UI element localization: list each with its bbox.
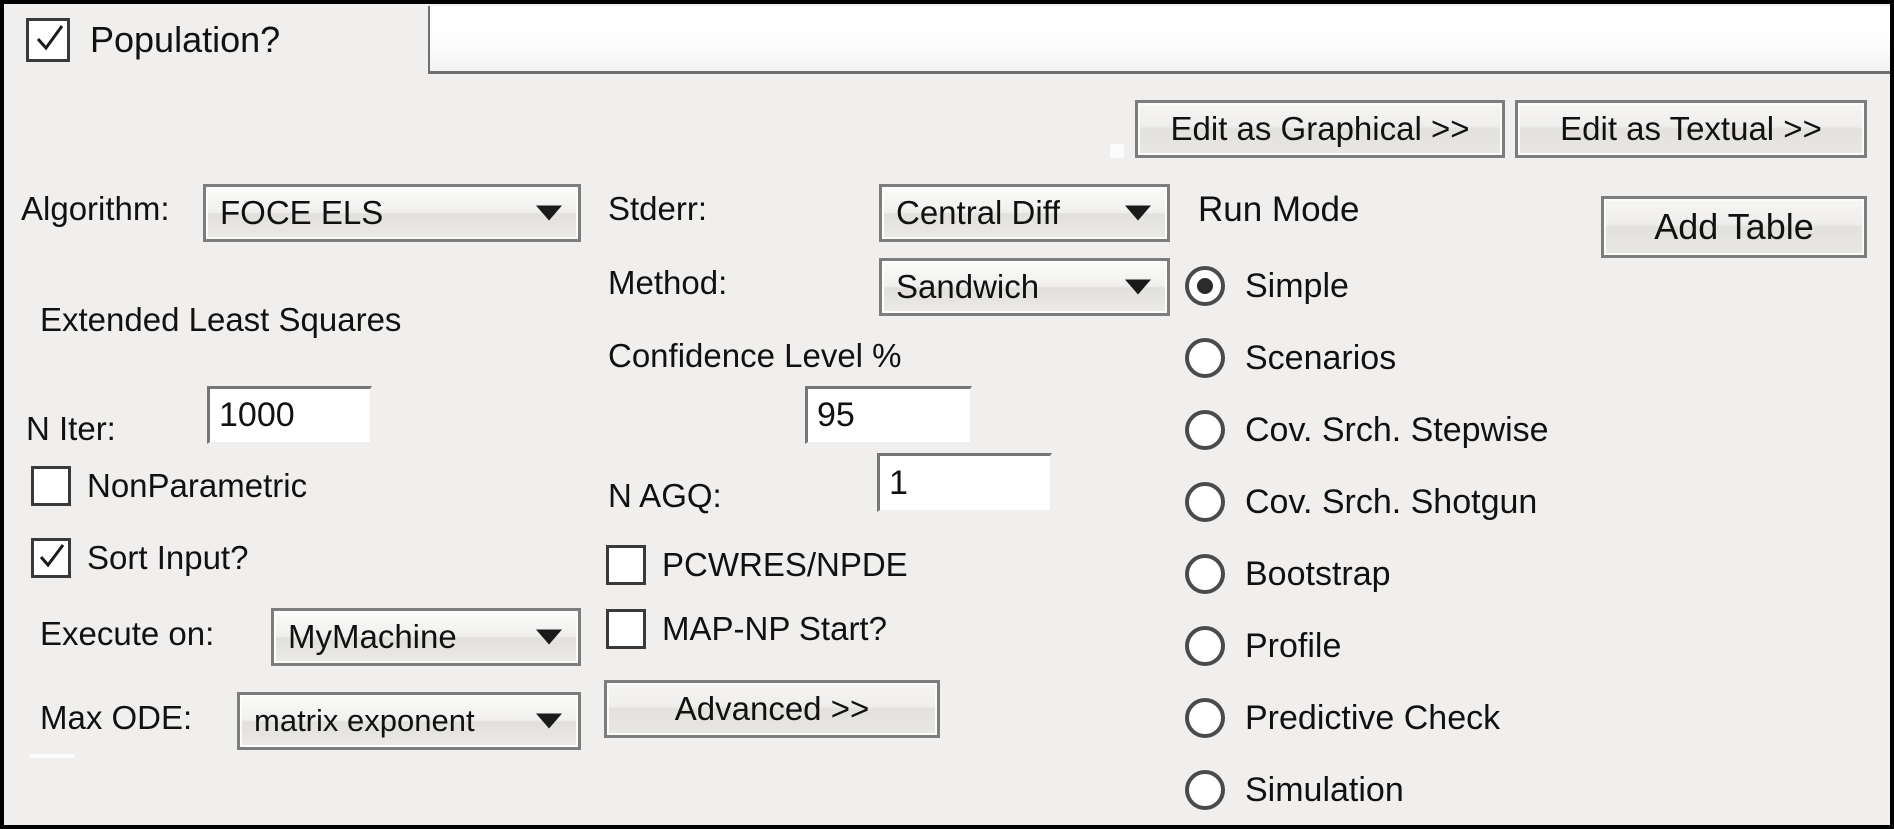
radio-icon[interactable] bbox=[1185, 338, 1225, 378]
run-mode-label-bootstrap: Bootstrap bbox=[1245, 554, 1391, 593]
render-artifact-top bbox=[1110, 144, 1124, 158]
max-ode-label: Max ODE: bbox=[40, 699, 193, 736]
stderr-label: Stderr: bbox=[608, 190, 708, 227]
run-mode-label-scenarios: Scenarios bbox=[1245, 338, 1397, 377]
map-np-start-checkbox-row[interactable]: MAP-NP Start? bbox=[606, 609, 887, 649]
radio-icon[interactable] bbox=[1185, 554, 1225, 594]
sort-input-label: Sort Input? bbox=[87, 539, 249, 576]
algorithm-dropdown[interactable]: FOCE ELS bbox=[203, 184, 581, 242]
algorithm-value: FOCE ELS bbox=[220, 194, 384, 231]
tab-strip: Population? bbox=[8, 4, 1890, 78]
run-mode-label-cov-srch-stepwise: Cov. Srch. Stepwise bbox=[1245, 410, 1549, 449]
run-mode-option-simple[interactable]: Simple bbox=[1185, 266, 1349, 306]
stderr-dropdown[interactable]: Central Diff bbox=[879, 184, 1170, 242]
run-mode-option-bootstrap[interactable]: Bootstrap bbox=[1185, 554, 1391, 594]
map-np-start-label: MAP-NP Start? bbox=[662, 610, 887, 647]
n-agq-value: 1 bbox=[889, 463, 908, 502]
tab-population[interactable]: Population? bbox=[8, 6, 428, 78]
execute-on-dropdown[interactable]: MyMachine bbox=[271, 608, 581, 666]
check-icon bbox=[39, 544, 67, 572]
confidence-level-value: 95 bbox=[817, 396, 855, 434]
run-mode-option-predictive-check[interactable]: Predictive Check bbox=[1185, 698, 1500, 738]
run-mode-option-profile[interactable]: Profile bbox=[1185, 626, 1341, 666]
radio-icon[interactable] bbox=[1185, 698, 1225, 738]
confidence-level-label: Confidence Level % bbox=[608, 337, 902, 374]
edit-as-graphical-button[interactable]: Edit as Graphical >> bbox=[1135, 100, 1505, 158]
chevron-down-icon bbox=[536, 713, 562, 729]
method-label: Method: bbox=[608, 264, 728, 301]
pcwres-npde-label: PCWRES/NPDE bbox=[662, 546, 908, 583]
check-icon bbox=[36, 25, 64, 53]
radio-icon[interactable] bbox=[1185, 410, 1225, 450]
chevron-down-icon bbox=[1125, 205, 1151, 221]
max-ode-value: matrix exponent bbox=[254, 703, 475, 738]
pcwres-npde-checkbox-row[interactable]: PCWRES/NPDE bbox=[606, 545, 908, 585]
algorithm-description: Extended Least Squares bbox=[40, 301, 402, 338]
run-mode-label-simulation: Simulation bbox=[1245, 770, 1404, 809]
tab-population-content: Population? bbox=[26, 18, 280, 62]
run-mode-option-simulation[interactable]: Simulation bbox=[1185, 770, 1404, 810]
tab-population-label: Population? bbox=[90, 19, 281, 60]
radio-icon[interactable] bbox=[1185, 626, 1225, 666]
n-iter-value: 1000 bbox=[219, 396, 295, 434]
population-settings-panel: Population? Edit as Graphical >> Edit as… bbox=[0, 0, 1894, 829]
map-np-start-checkbox[interactable] bbox=[606, 609, 646, 649]
chevron-down-icon bbox=[1125, 279, 1151, 295]
chevron-down-icon bbox=[536, 205, 562, 221]
max-ode-dropdown[interactable]: matrix exponent bbox=[237, 692, 581, 750]
confidence-level-input[interactable]: 95 bbox=[805, 386, 972, 444]
nonparametric-checkbox[interactable] bbox=[31, 466, 71, 506]
pcwres-npde-checkbox[interactable] bbox=[606, 545, 646, 585]
tab-strip-empty-area bbox=[428, 6, 1890, 74]
stderr-value: Central Diff bbox=[896, 194, 1061, 231]
sort-input-checkbox-row[interactable]: Sort Input? bbox=[31, 538, 248, 578]
n-iter-label: N Iter: bbox=[26, 410, 116, 447]
nonparametric-checkbox-row[interactable]: NonParametric bbox=[31, 466, 307, 506]
nonparametric-label: NonParametric bbox=[87, 467, 308, 504]
radio-icon[interactable] bbox=[1185, 770, 1225, 810]
population-checkbox[interactable] bbox=[26, 18, 70, 62]
run-mode-label-predictive-check: Predictive Check bbox=[1245, 698, 1501, 737]
algorithm-label: Algorithm: bbox=[21, 190, 170, 227]
n-agq-input[interactable]: 1 bbox=[877, 453, 1052, 512]
n-iter-input[interactable]: 1000 bbox=[207, 386, 372, 444]
method-dropdown[interactable]: Sandwich bbox=[879, 258, 1170, 316]
run-mode-label-simple: Simple bbox=[1245, 266, 1349, 305]
run-mode-title: Run Mode bbox=[1198, 190, 1360, 229]
radio-icon[interactable] bbox=[1185, 266, 1225, 306]
run-mode-option-cov-srch-shotgun[interactable]: Cov. Srch. Shotgun bbox=[1185, 482, 1537, 522]
add-table-button[interactable]: Add Table bbox=[1601, 196, 1867, 258]
chevron-down-icon bbox=[536, 629, 562, 645]
execute-on-value: MyMachine bbox=[288, 618, 457, 655]
execute-on-label: Execute on: bbox=[40, 615, 215, 652]
advanced-button[interactable]: Advanced >> bbox=[604, 680, 940, 738]
run-mode-label-cov-srch-shotgun: Cov. Srch. Shotgun bbox=[1245, 482, 1538, 521]
run-mode-option-cov-srch-stepwise[interactable]: Cov. Srch. Stepwise bbox=[1185, 410, 1549, 450]
radio-icon[interactable] bbox=[1185, 482, 1225, 522]
edit-as-textual-button[interactable]: Edit as Textual >> bbox=[1515, 100, 1867, 158]
method-value: Sandwich bbox=[896, 268, 1040, 305]
run-mode-label-profile: Profile bbox=[1245, 626, 1342, 665]
render-artifact-bottom bbox=[29, 754, 75, 758]
sort-input-checkbox[interactable] bbox=[31, 538, 71, 578]
run-mode-option-scenarios[interactable]: Scenarios bbox=[1185, 338, 1396, 378]
n-agq-label: N AGQ: bbox=[608, 477, 722, 514]
radio-selected-dot bbox=[1197, 278, 1213, 294]
